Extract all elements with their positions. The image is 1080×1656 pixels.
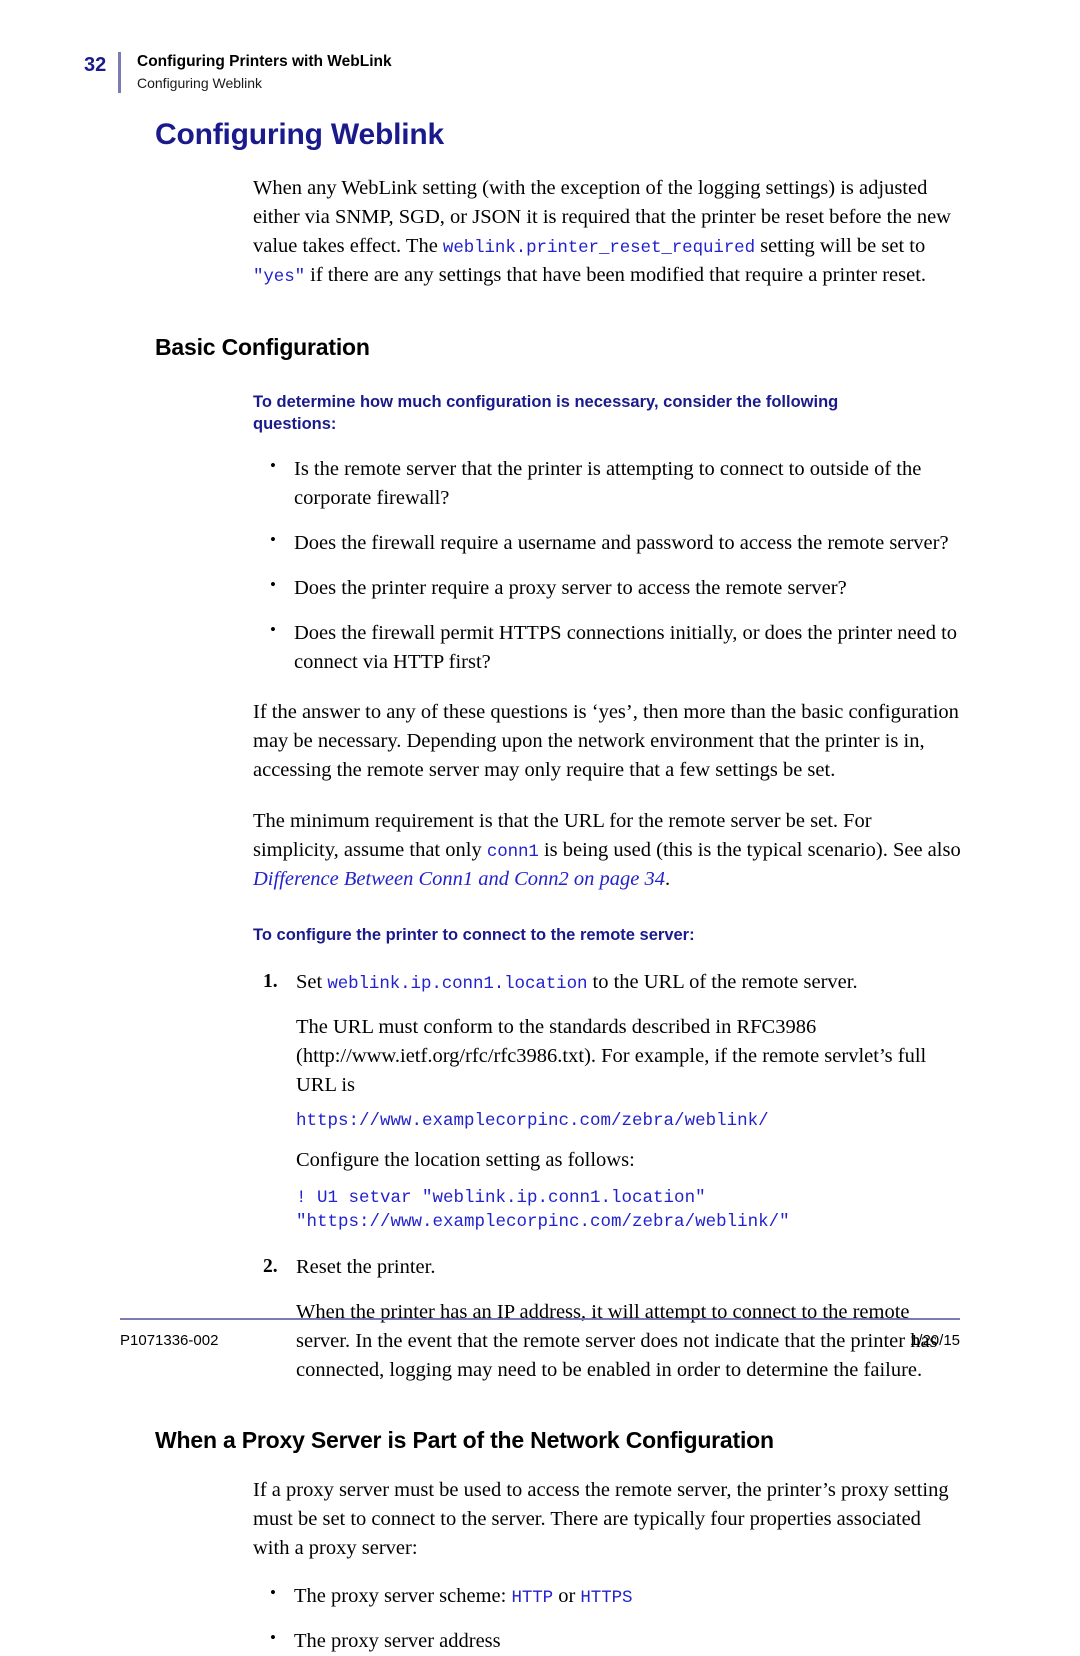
page-content: Configuring Weblink When any WebLink set… — [0, 118, 1080, 1656]
list-item: Does the firewall permit HTTPS connectio… — [268, 618, 968, 677]
code-example-url: https://www.examplecorpinc.com/zebra/web… — [296, 1110, 769, 1131]
step-number: 1. — [263, 971, 278, 993]
list-item: The proxy server scheme: HTTP or HTTPS — [268, 1581, 968, 1611]
document-page: 32 Configuring Printers with WebLink Con… — [0, 0, 1080, 1652]
inline-code-https: HTTPS — [580, 1588, 633, 1609]
paragraph-minimum-requirement: The minimum requirement is that the URL … — [253, 807, 961, 894]
cross-reference-link[interactable]: Difference Between Conn1 and Conn2 — [253, 868, 569, 890]
subheading-configure-printer: To configure the printer to connect to t… — [253, 925, 695, 944]
intro-text-2: setting will be set to — [754, 234, 926, 257]
header-section-title: Configuring Weblink — [137, 74, 263, 91]
proxy-scheme-or: or — [553, 1585, 581, 1608]
inline-code-http: HTTP — [511, 1588, 554, 1609]
page-footer: P1071336-002 1/20/15 — [120, 1318, 960, 1349]
step-number: 2. — [263, 1256, 278, 1278]
step-text-after: to the URL of the remote server. — [587, 971, 858, 994]
proxy-scheme-text: The proxy server scheme: — [294, 1585, 512, 1608]
page-title: Configuring Weblink — [155, 118, 444, 151]
intro-text-3: if there are any settings that have been… — [305, 263, 927, 286]
list-item: The proxy server address — [268, 1626, 968, 1656]
footer-document-number: P1071336-002 — [120, 1332, 219, 1349]
step-item-2: 2. Reset the printer. — [263, 1253, 963, 1282]
intro-paragraph: When any WebLink setting (with the excep… — [253, 174, 961, 290]
step1-configure-location-text: Configure the location setting as follow… — [296, 1148, 635, 1171]
section-heading-proxy-server: When a Proxy Server is Part of the Netwo… — [155, 1426, 774, 1453]
inline-code-conn1-location: weblink.ip.conn1.location — [327, 974, 588, 995]
footer-date: 1/20/15 — [909, 1332, 960, 1349]
list-item: Does the firewall require a username and… — [268, 528, 968, 558]
question-list: Is the remote server that the printer is… — [268, 454, 968, 677]
step-list-part1: 1. Set weblink.ip.conn1.location to the U… — [263, 968, 963, 997]
running-header: 32 Configuring Printers with WebLink Con… — [84, 52, 392, 93]
inline-code-reset-required: weblink.printer_reset_required — [442, 237, 755, 258]
paragraph-proxy-intro: If a proxy server must be used to access… — [253, 1478, 949, 1559]
step-text: Reset the printer. — [296, 1256, 436, 1279]
inline-code-yes: "yes" — [253, 266, 306, 287]
header-chapter-title: Configuring Printers with WebLink — [137, 53, 392, 70]
subheading-determine-configuration: To determine how much configuration is n… — [253, 392, 839, 433]
header-vertical-rule — [118, 52, 121, 93]
footer-row: P1071336-002 1/20/15 — [120, 1332, 960, 1349]
minimum-text-3: . — [665, 867, 671, 890]
section-heading-basic-configuration: Basic Configuration — [155, 333, 370, 360]
header-text-block: Configuring Printers with WebLink Config… — [137, 52, 392, 93]
step-list-part2: 2. Reset the printer. — [263, 1253, 963, 1282]
step-text-before: Set — [296, 971, 328, 994]
code-block-setvar: ! U1 setvar "weblink.ip.conn1.location" … — [296, 1187, 790, 1233]
list-item: Does the printer require a proxy server … — [268, 573, 968, 603]
step-item-1: 1. Set weblink.ip.conn1.location to the U… — [263, 968, 963, 997]
footer-rule — [120, 1318, 960, 1320]
paragraph-answer: If the answer to any of these questions … — [253, 701, 959, 782]
minimum-text-2: is being used (this is the typical scena… — [538, 839, 961, 861]
cross-reference-page-number: 34 — [644, 867, 666, 890]
page-number: 32 — [84, 54, 107, 76]
inline-code-conn1: conn1 — [486, 842, 539, 862]
cross-reference-page-label: on page — [568, 867, 645, 890]
list-item: Is the remote server that the printer is… — [268, 454, 968, 513]
proxy-property-list: The proxy server scheme: HTTP or HTTPS T… — [268, 1581, 968, 1656]
step1-url-standards-paragraph: The URL must conform to the standards de… — [296, 1015, 927, 1096]
